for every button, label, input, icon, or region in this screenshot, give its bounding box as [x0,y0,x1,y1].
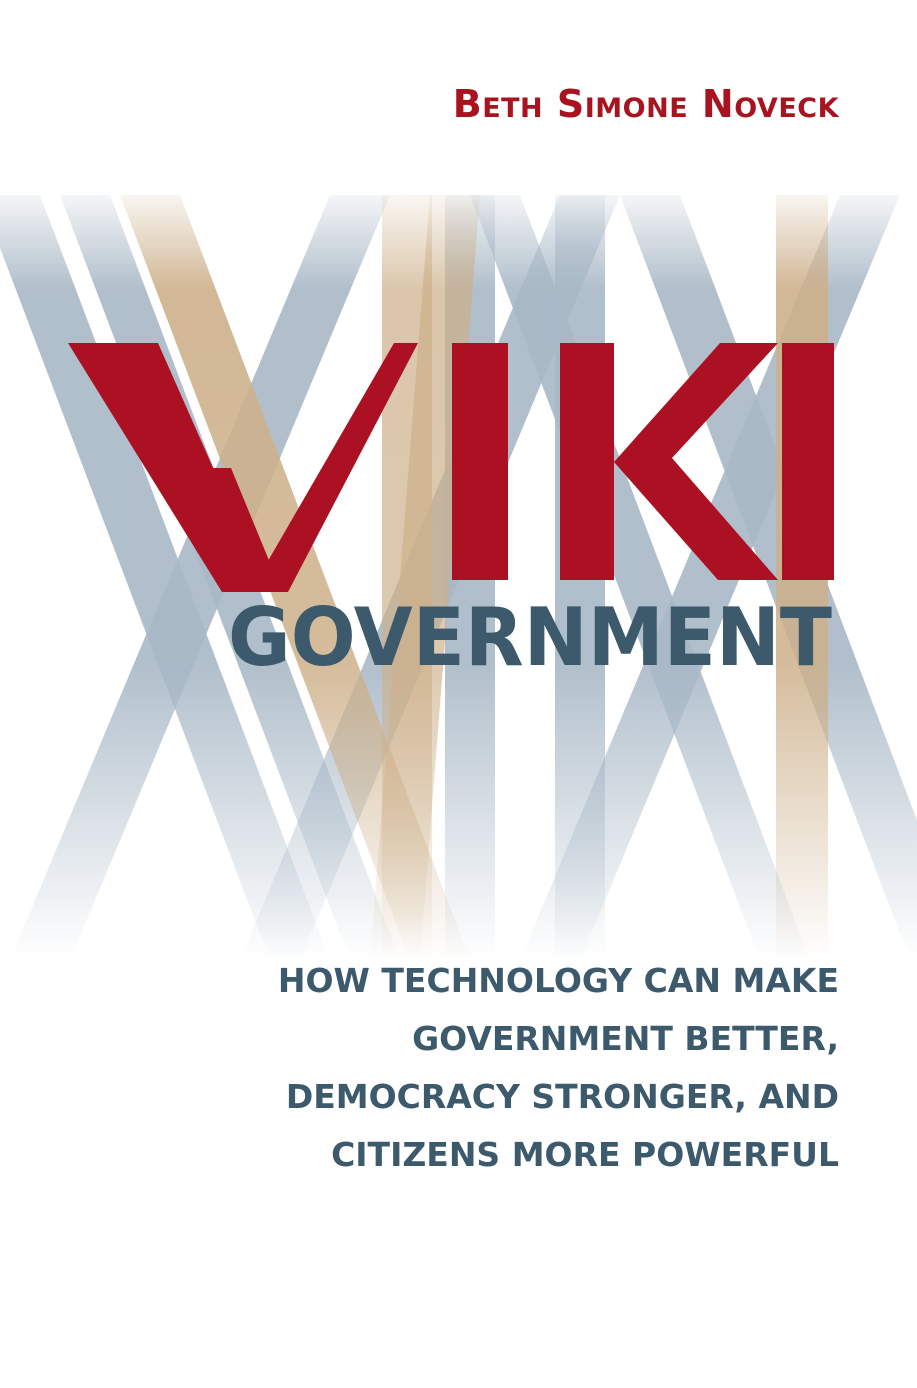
author-name: Beth Simone Noveck [452,82,839,126]
subtitle-line: HOW TECHNOLOGY CAN MAKE [277,961,839,1000]
subtitle-line: DEMOCRACY STRONGER, AND [285,1077,839,1116]
title-letter-i-2 [782,343,834,580]
book-cover: GOVERNMENT Beth Simone Noveck HOW TECHNO… [0,0,917,1388]
tan-stripe [382,195,432,960]
title-letter-k-stem [560,343,614,580]
subtitle-line: GOVERNMENT BETTER, [412,1019,839,1058]
subtitle: HOW TECHNOLOGY CAN MAKE GOVERNMENT BETTE… [139,952,839,1184]
subtitle-line: CITIZENS MORE POWERFUL [331,1135,839,1174]
title-letter-i [452,343,508,580]
title-government: GOVERNMENT [228,591,832,684]
